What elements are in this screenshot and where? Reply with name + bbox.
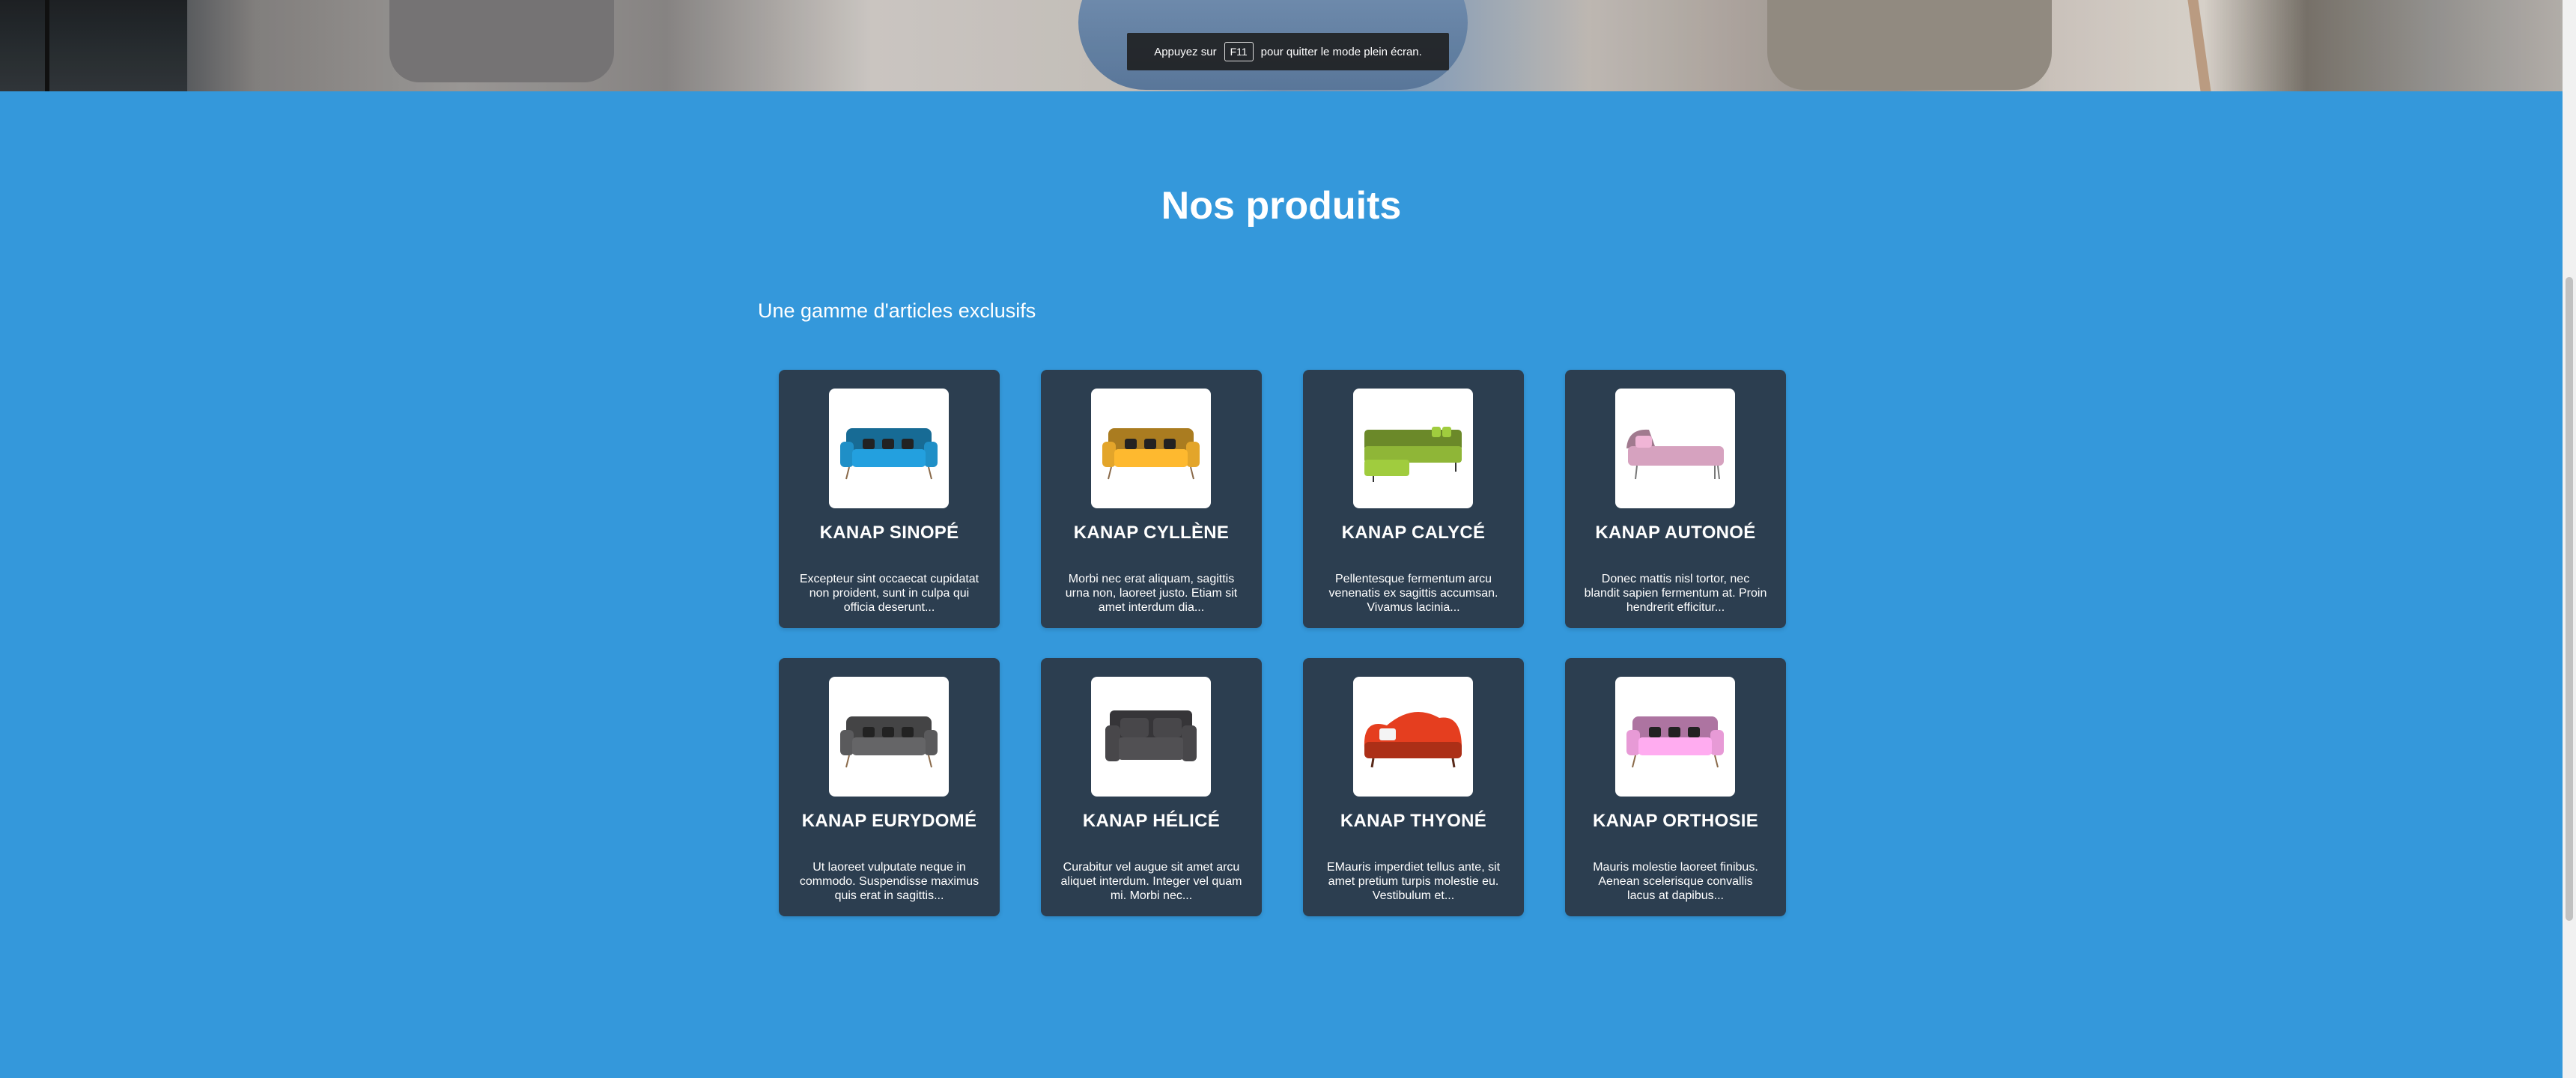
product-card[interactable]: KANAP ORTHOSIE Mauris molestie laoreet f… — [1565, 658, 1786, 916]
page-title: Nos produits — [1161, 184, 1402, 228]
scrollbar-thumb[interactable] — [2566, 277, 2573, 921]
section-subtitle: Une gamme d'articles exclusifs — [758, 299, 1036, 322]
product-card[interactable]: KANAP EURYDOMÉ Ut laoreet vulputate nequ… — [779, 658, 1000, 916]
product-name: KANAP HÉLICÉ — [1082, 811, 1221, 831]
product-image — [1353, 677, 1473, 797]
product-card[interactable]: KANAP HÉLICÉ Curabitur vel augue sit ame… — [1041, 658, 1262, 916]
product-name: KANAP CYLLÈNE — [1073, 523, 1230, 543]
product-name: KANAP SINOPÉ — [819, 523, 959, 543]
product-card[interactable]: KANAP AUTONOÉ Donec mattis nisl tortor, … — [1565, 370, 1786, 628]
fullscreen-key-badge: F11 — [1224, 42, 1254, 61]
product-name: KANAP ORTHOSIE — [1592, 811, 1759, 831]
product-card[interactable]: KANAP CYLLÈNE Morbi nec erat aliquam, sa… — [1041, 370, 1262, 628]
product-description: Ut laoreet vulputate neque in commodo. S… — [799, 861, 979, 902]
product-name: KANAP AUTONOÉ — [1595, 523, 1756, 543]
product-description: Morbi nec erat aliquam, sagittis urna no… — [1065, 573, 1238, 614]
product-description: Donec mattis nisl tortor, nec blandit sa… — [1584, 573, 1767, 614]
product-image — [1615, 389, 1735, 508]
product-image — [1091, 389, 1211, 508]
product-name: KANAP EURYDOMÉ — [801, 811, 977, 831]
fullscreen-notice-text-before: Appuyez sur — [1154, 45, 1217, 58]
product-image — [829, 389, 949, 508]
product-card[interactable]: KANAP SINOPÉ Excepteur sint occaecat cup… — [779, 370, 1000, 628]
product-name: KANAP CALYCÉ — [1341, 523, 1486, 543]
product-card[interactable]: KANAP THYONÉ EMauris imperdiet tellus an… — [1303, 658, 1524, 916]
product-name: KANAP THYONÉ — [1340, 811, 1487, 831]
product-description: Excepteur sint occaecat cupidatat non pr… — [799, 573, 979, 614]
product-image — [1615, 677, 1735, 797]
product-description: Curabitur vel augue sit amet arcu alique… — [1060, 861, 1242, 902]
product-card[interactable]: KANAP CALYCÉ Pellentesque fermentum arcu… — [1303, 370, 1524, 628]
product-image — [1091, 677, 1211, 797]
product-image — [829, 677, 949, 797]
page-scrollbar[interactable] — [2563, 0, 2576, 1078]
product-description: EMauris imperdiet tellus ante, sit amet … — [1326, 861, 1501, 902]
product-image — [1353, 389, 1473, 508]
product-description: Pellentesque fermentum arcu venenatis ex… — [1328, 573, 1498, 614]
fullscreen-notice-text-after: pour quitter le mode plein écran. — [1260, 45, 1422, 58]
product-description: Mauris molestie laoreet finibus. Aenean … — [1593, 861, 1758, 902]
fullscreen-notice: Appuyez sur F11 pour quitter le mode ple… — [1127, 33, 1449, 70]
